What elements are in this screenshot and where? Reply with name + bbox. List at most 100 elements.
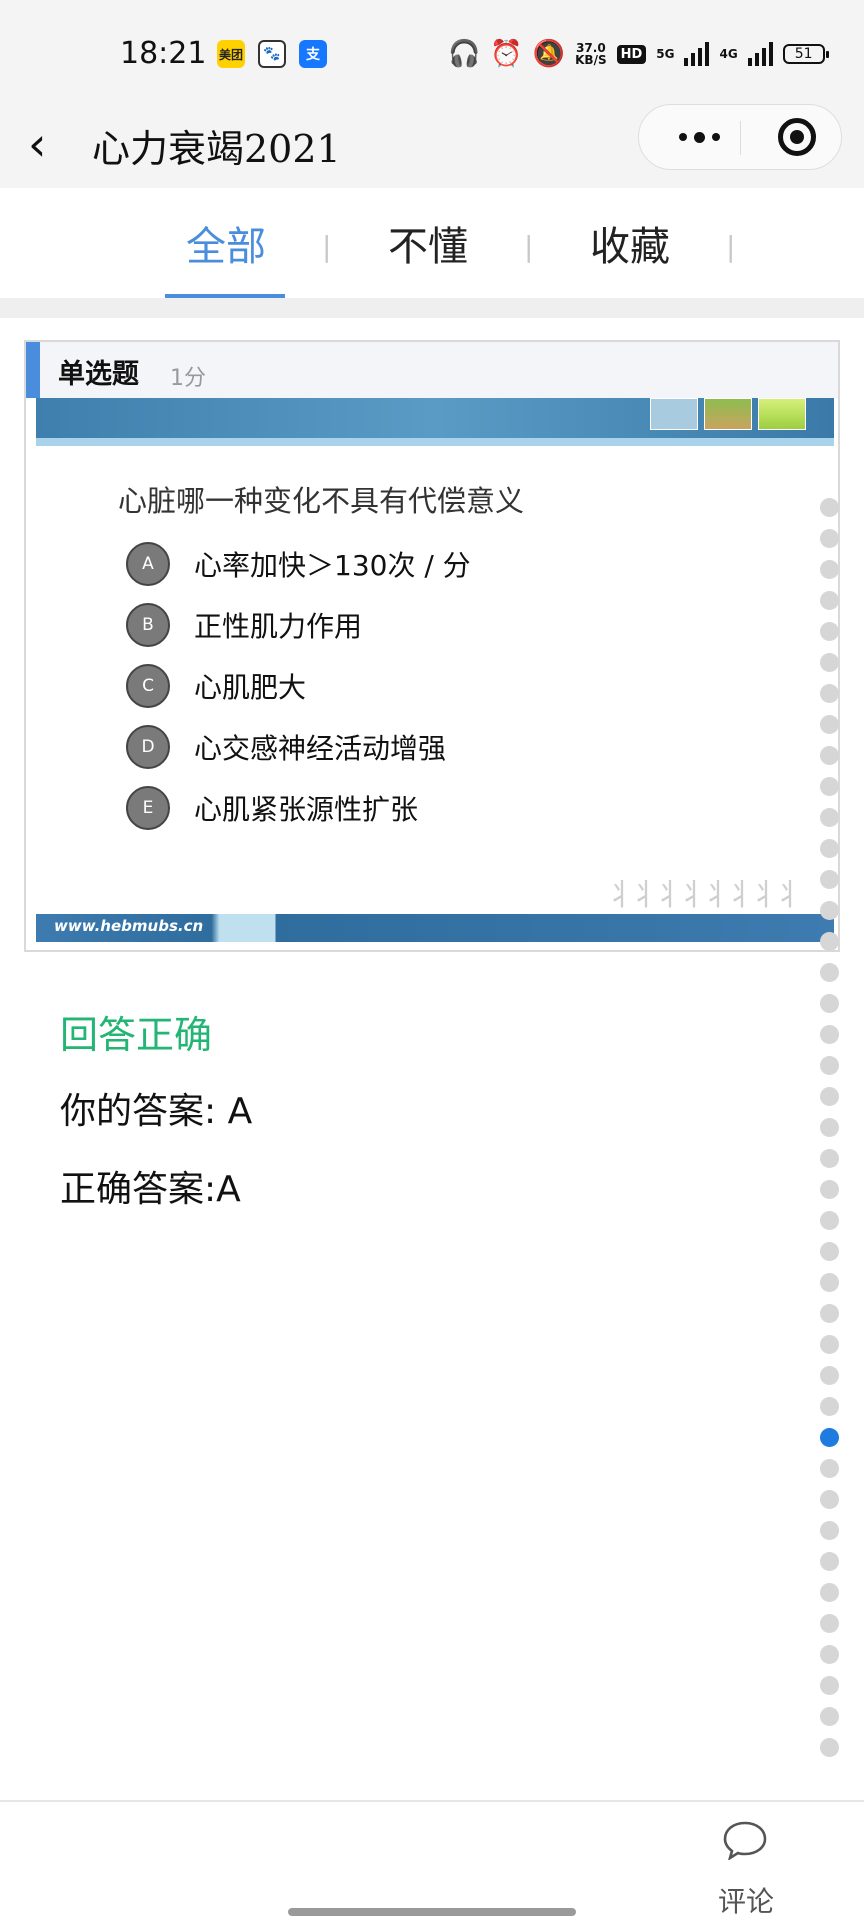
question-dot[interactable] [820, 1645, 839, 1664]
back-arrow-icon[interactable]: ‹ [28, 120, 68, 168]
signal-5g-icon [684, 42, 710, 66]
alarm-icon: ⏰ [490, 39, 523, 69]
question-dot[interactable] [820, 1242, 839, 1261]
header-accent-bar [26, 342, 40, 398]
question-dot[interactable] [820, 963, 839, 982]
question-dot[interactable] [820, 839, 839, 858]
option-letter: C [126, 664, 170, 708]
question-dot[interactable] [820, 1521, 839, 1540]
question-dot[interactable] [820, 1273, 839, 1292]
question-dot[interactable] [820, 1025, 839, 1044]
question-dot[interactable] [820, 932, 839, 951]
question-score: 1分 [170, 366, 206, 391]
question-dot[interactable] [820, 870, 839, 889]
question-dot[interactable] [820, 1304, 839, 1323]
tab-favorites[interactable]: 收藏 [590, 214, 670, 272]
correct-answer: 正确答案:A [60, 1169, 241, 1210]
status-icons: 🎧 ⏰ 🔕 37.0 KB/S HD 5G 4G 51 [448, 36, 829, 72]
question-dot[interactable] [820, 1211, 839, 1230]
tab-divider: | [524, 230, 534, 263]
question-dot[interactable] [820, 1056, 839, 1075]
question-dot[interactable] [820, 1583, 839, 1602]
question-dot-current[interactable] [820, 1428, 839, 1447]
capsule-divider [740, 121, 741, 155]
question-dot[interactable] [820, 1707, 839, 1726]
question-dot[interactable] [820, 1676, 839, 1695]
signal-4g-icon [747, 42, 773, 66]
question-dot[interactable] [820, 901, 839, 920]
question-dot[interactable] [820, 1397, 839, 1416]
question-dot[interactable] [820, 808, 839, 827]
answer-result: 回答正确 [60, 1013, 213, 1057]
question-dot[interactable] [820, 1738, 839, 1757]
slide-decor-leaf-image [758, 398, 806, 430]
option-text: 心交感神经活动增强 [194, 732, 447, 765]
option-text: 心率加快＞130次 / 分 [194, 549, 471, 582]
network-4g-label: 4G [719, 47, 738, 61]
question-dot[interactable] [820, 1552, 839, 1571]
option-letter: E [126, 786, 170, 830]
question-dot[interactable] [820, 1614, 839, 1633]
question-dot[interactable] [820, 1459, 839, 1478]
question-type: 单选题 [58, 359, 139, 390]
home-indicator[interactable] [288, 1908, 576, 1916]
question-dot[interactable] [820, 1490, 839, 1509]
question-text: 心脏哪一种变化不具有代偿意义 [118, 484, 525, 518]
network-speed: 37.0 KB/S [575, 42, 606, 66]
status-bar: 18:21 美团 🐾 支 🎧 ⏰ 🔕 37.0 KB/S HD 5G 4G 51 [0, 0, 864, 108]
question-dot[interactable] [820, 1118, 839, 1137]
question-header: 单选题 1分 [26, 342, 838, 398]
comment-label[interactable]: 评论 [718, 1880, 774, 1920]
baidu-icon: 🐾 [258, 40, 286, 68]
question-dot[interactable] [820, 498, 839, 517]
question-dot[interactable] [820, 591, 839, 610]
question-dot[interactable] [820, 746, 839, 765]
headphones-icon: 🎧 [448, 39, 481, 69]
question-dot[interactable] [820, 777, 839, 796]
question-dot[interactable] [820, 994, 839, 1013]
hd-badge: HD [616, 44, 647, 64]
option-letter: A [126, 542, 170, 586]
question-dot[interactable] [820, 622, 839, 641]
bottom-bar: 评论 [0, 1800, 864, 1922]
speed-unit: KB/S [575, 53, 607, 67]
filter-tabs: 全部 | 不懂 | 收藏 | [0, 188, 864, 298]
question-dot[interactable] [820, 529, 839, 548]
tab-divider: | [726, 230, 736, 263]
option-letter: B [126, 603, 170, 647]
option-text: 正性肌力作用 [194, 610, 363, 643]
your-answer: 你的答案: A [60, 1091, 253, 1132]
miniprogram-capsule [638, 104, 842, 170]
question-dot[interactable] [820, 1087, 839, 1106]
option-e[interactable]: E 心肌紧张源性扩张 [126, 784, 418, 832]
option-a[interactable]: A 心率加快＞130次 / 分 [126, 540, 471, 588]
network-5g-label: 5G [656, 47, 675, 61]
question-dot[interactable] [820, 1180, 839, 1199]
slide-footer-url: www.hebmubs.cn [54, 917, 204, 935]
slide-decor-plant-image [704, 398, 752, 430]
status-time: 18:21 [120, 36, 207, 71]
option-c[interactable]: C 心肌肥大 [126, 662, 306, 710]
slide-header-stripe [36, 438, 834, 446]
question-dot[interactable] [820, 560, 839, 579]
question-dot[interactable] [820, 1335, 839, 1354]
question-dot[interactable] [820, 684, 839, 703]
battery-icon: 51 [782, 44, 829, 64]
comment-icon[interactable] [722, 1820, 768, 1860]
question-dot[interactable] [820, 715, 839, 734]
section-separator [0, 298, 864, 318]
question-dot[interactable] [820, 1366, 839, 1385]
nav-bar: ‹ 心力衰竭2021 [0, 100, 864, 188]
question-dot[interactable] [820, 1149, 839, 1168]
tab-divider: | [322, 230, 332, 263]
tab-all[interactable]: 全部 [186, 214, 266, 272]
slide-decor-square [650, 398, 698, 430]
close-miniprogram-icon[interactable] [778, 118, 816, 156]
option-d[interactable]: D 心交感神经活动增强 [126, 723, 446, 771]
option-text: 心肌紧张源性扩张 [194, 793, 419, 826]
tab-not-understood[interactable]: 不懂 [388, 214, 468, 272]
question-dot[interactable] [820, 653, 839, 672]
option-b[interactable]: B 正性肌力作用 [126, 601, 362, 649]
more-icon[interactable] [667, 119, 731, 155]
option-letter: D [126, 725, 170, 769]
